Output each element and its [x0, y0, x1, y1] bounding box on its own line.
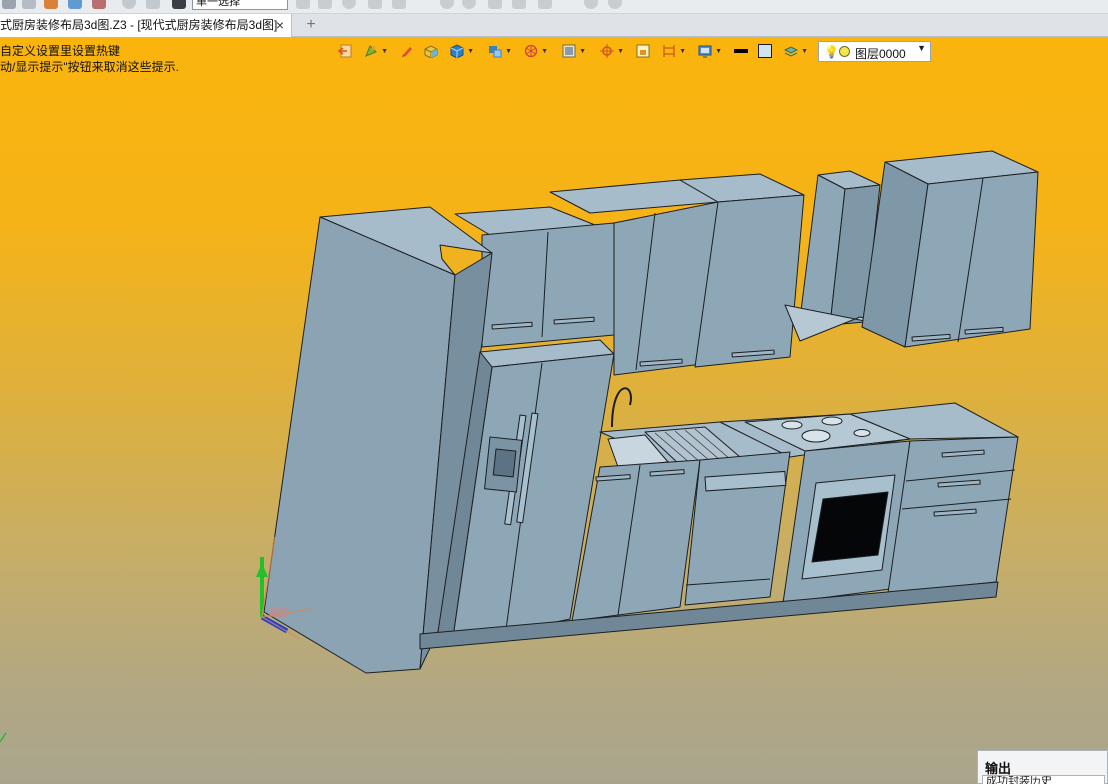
selection-mode-select[interactable]: 单一选择 [192, 0, 288, 10]
output-message: 成功封装历史 [982, 775, 1105, 784]
cursor-icon[interactable] [296, 0, 310, 9]
pick-icon[interactable] [172, 0, 186, 9]
new-tab-button[interactable]: + [302, 14, 320, 37]
image-icon[interactable] [68, 0, 82, 9]
gear-icon[interactable] [584, 0, 598, 9]
close-icon[interactable]: × [272, 14, 288, 37]
settings-icon[interactable] [608, 0, 622, 9]
sink-faucet [611, 387, 632, 428]
kitchen-3d-model[interactable] [0, 37, 1108, 784]
color-palette-icon[interactable] [44, 0, 58, 9]
document-tab[interactable]: 式厨房装修布局3d图.Z3 - [现代式厨房装修布局3d图] × [0, 14, 292, 37]
oven-window [811, 491, 889, 563]
spline-icon[interactable] [512, 0, 526, 9]
burner [781, 420, 803, 430]
rotate-icon[interactable] [342, 0, 356, 9]
burner [853, 429, 871, 437]
document-tab-title: 式厨房装修布局3d图.Z3 - [现代式厨房装修布局3d图] [0, 18, 278, 32]
tool-icon[interactable] [538, 0, 552, 9]
render-icon[interactable] [92, 0, 106, 9]
circle-icon[interactable] [440, 0, 454, 9]
top-toolbar: 单一选择 [0, 0, 1108, 14]
origin-mark [0, 732, 7, 743]
filter-icon[interactable] [146, 0, 160, 9]
arc-icon[interactable] [462, 0, 476, 9]
3d-viewport[interactable]: 自定义设置里设置热键 动/显示提示"按钮来取消这些提示. ▼ ▼ ▼ ▼ ▼ ▼… [0, 37, 1108, 784]
burner [821, 416, 843, 426]
tab-bar: 式厨房装修布局3d图.Z3 - [现代式厨房装修布局3d图] × + [0, 14, 1108, 37]
line-icon[interactable] [392, 0, 406, 9]
clock-icon[interactable] [122, 0, 136, 9]
curve-icon[interactable] [488, 0, 502, 9]
point-icon[interactable] [368, 0, 382, 9]
burner [801, 429, 831, 443]
undo-icon[interactable] [2, 0, 16, 9]
water-dispenser-inner [492, 448, 517, 478]
select-icon[interactable] [318, 0, 332, 9]
list-icon[interactable] [22, 0, 36, 9]
output-panel[interactable]: 输出 成功封装历史 [977, 750, 1108, 784]
